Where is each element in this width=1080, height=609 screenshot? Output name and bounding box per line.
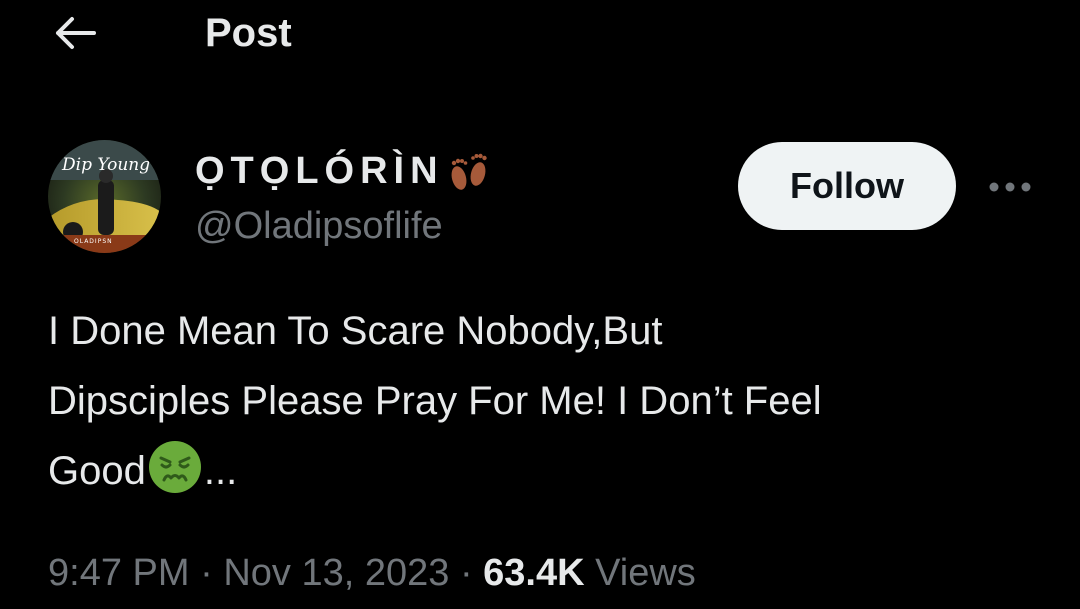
post-text-line-1: I Done Mean To Scare Nobody,But bbox=[48, 309, 663, 353]
author-display-name[interactable]: ỌTỌLÓRÌN bbox=[195, 150, 492, 194]
meta-separator: · bbox=[200, 552, 213, 594]
top-bar: Post bbox=[0, 0, 1080, 70]
display-name-text: ỌTỌLÓRÌN bbox=[195, 150, 444, 192]
post-author: Dip Young OLADIPSN ỌTỌLÓRÌN @Oladipsofli… bbox=[0, 130, 1080, 260]
more-horizontal-icon bbox=[989, 182, 1031, 192]
avatar[interactable]: Dip Young OLADIPSN bbox=[48, 140, 161, 253]
page-title: Post bbox=[205, 11, 292, 55]
post-text-line-2: Dipsciples Please Pray For Me! I Don’t F… bbox=[48, 379, 822, 423]
post-metadata: 9:47 PM · Nov 13, 2023 · 63.4K Views bbox=[48, 548, 696, 598]
post-date[interactable]: Nov 13, 2023 bbox=[223, 552, 449, 594]
post-text-line-3-start: Good bbox=[48, 449, 146, 493]
footprints-icon bbox=[451, 153, 487, 190]
post-text-line-3-end: ... bbox=[203, 449, 238, 493]
svg-text:OLADIPSN: OLADIPSN bbox=[74, 238, 113, 245]
author-handle[interactable]: @Oladipsoflife bbox=[195, 204, 443, 248]
arrow-left-icon bbox=[56, 17, 96, 49]
more-options-button[interactable] bbox=[980, 170, 1040, 204]
avatar-signature-text: Dip Young bbox=[61, 155, 150, 175]
post-text: I Done Mean To Scare Nobody,But Dipscipl… bbox=[48, 296, 1038, 506]
views-label: Views bbox=[595, 552, 696, 594]
views-count[interactable]: 63.4K bbox=[483, 552, 584, 594]
follow-button[interactable]: Follow bbox=[738, 142, 956, 230]
post-time[interactable]: 9:47 PM bbox=[48, 552, 190, 594]
avatar-image: Dip Young OLADIPSN bbox=[48, 140, 161, 253]
nauseated-face-icon bbox=[148, 441, 201, 493]
back-button[interactable] bbox=[48, 10, 104, 56]
meta-separator: · bbox=[459, 552, 473, 594]
post-text-line-3: Good ... bbox=[48, 436, 1038, 506]
